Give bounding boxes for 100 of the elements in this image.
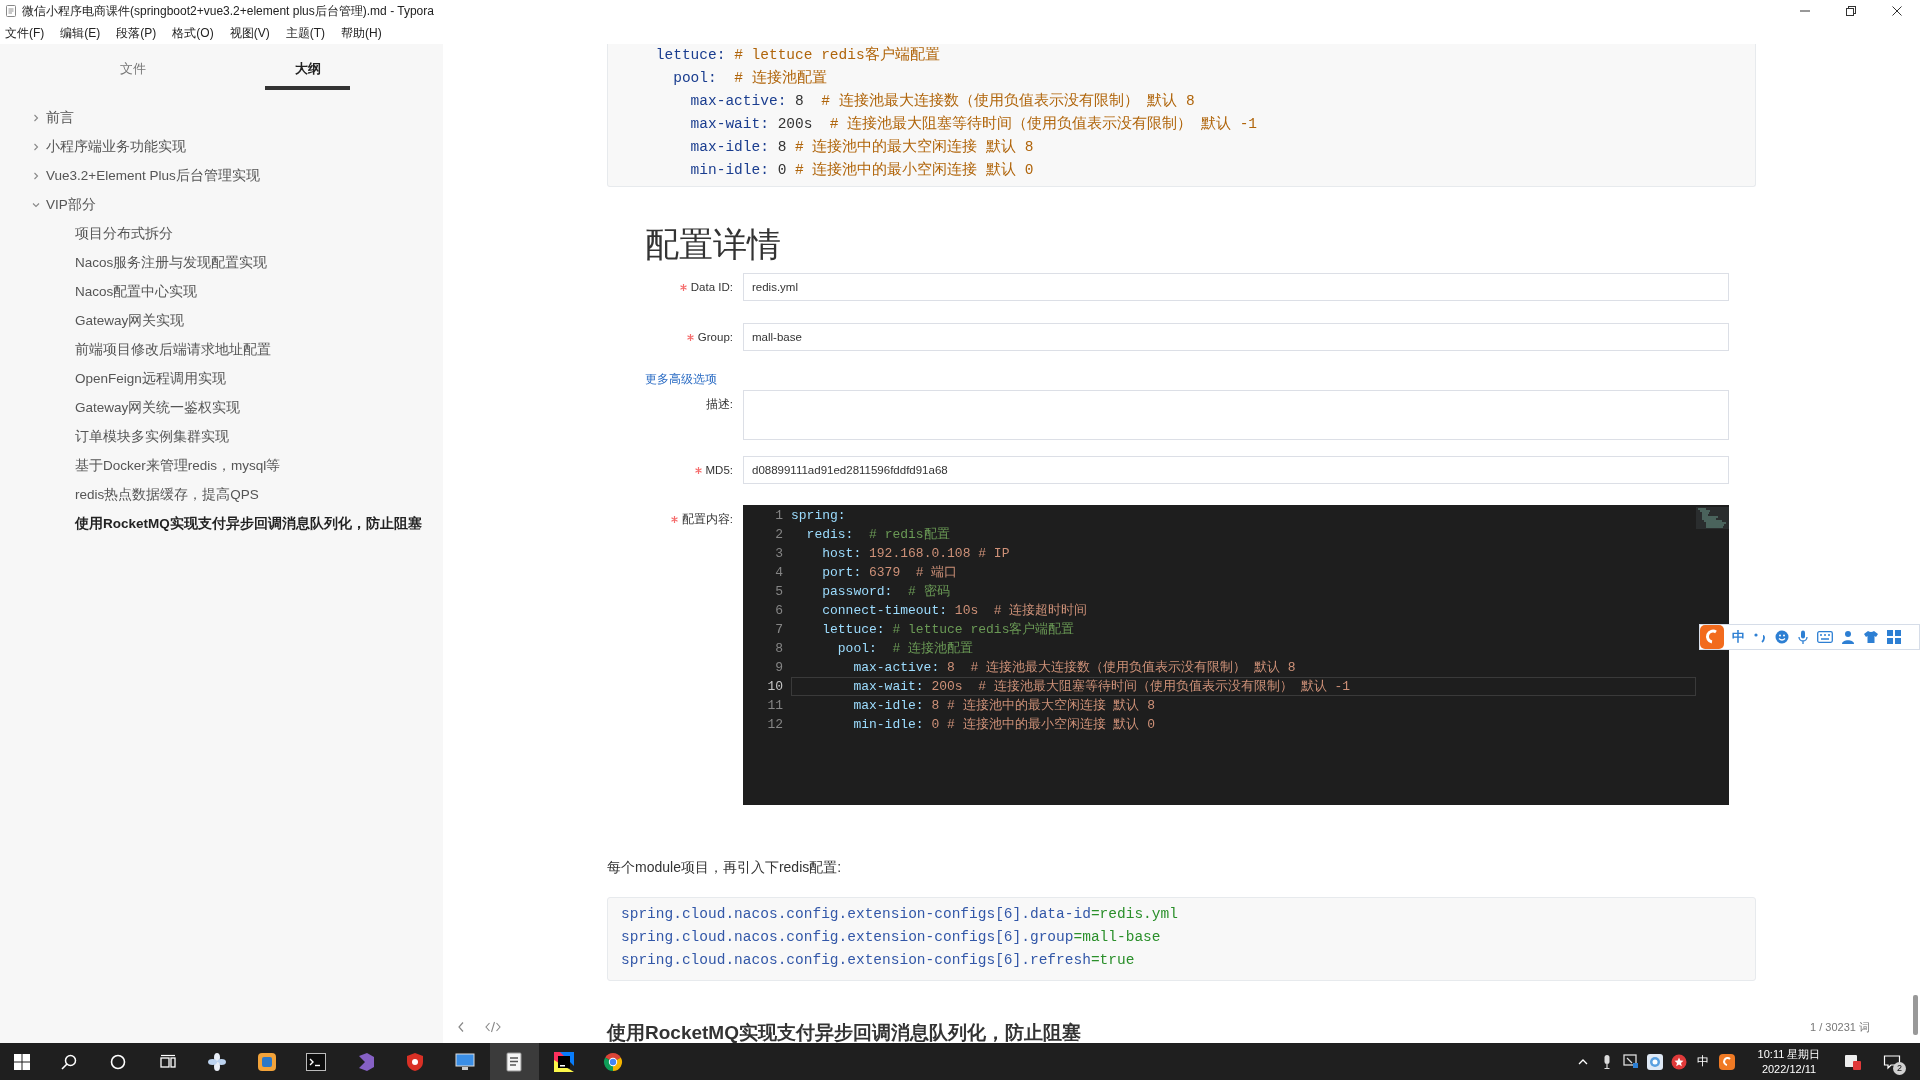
- sidebar-tab[interactable]: 文件: [90, 50, 175, 90]
- menu-item[interactable]: 格式(O): [172, 24, 214, 42]
- outline-item[interactable]: redis热点数据缓存，提高QPS: [75, 480, 259, 509]
- outline-item[interactable]: 前言: [32, 103, 74, 132]
- word-count[interactable]: 1 / 30231 词: [1810, 1019, 1870, 1035]
- terminal-icon: [306, 1052, 327, 1071]
- code-line: max-idle: 8 # 连接池中的最大空闲连接 默认 8: [852, 697, 1156, 715]
- outline-item[interactable]: 基于Docker来管理redis，mysql等: [75, 451, 281, 480]
- restore-icon: [1846, 6, 1856, 16]
- input-mode-indicator[interactable]: 中: [1697, 1053, 1709, 1070]
- outline-item[interactable]: 使用RocketMQ实现支付异步回调消息队列化，防止阻塞: [75, 509, 422, 538]
- chevron-icon[interactable]: [32, 142, 40, 151]
- code-line: port: 6379 # 端口: [821, 564, 958, 582]
- code-line: max-wait: 200s # 连接池最大阻塞等待时间（使用负值表示没有限制） 默认 -1: [852, 678, 1351, 696]
- line-number: 3: [775, 545, 783, 563]
- chevron-icon[interactable]: [32, 171, 40, 180]
- paragraph: 每个module项目，再引入下redis配置:: [607, 858, 842, 877]
- code-line: max-active: 8 # 连接池最大连接数（使用负值表示没有限制） 默认 8: [852, 659, 1296, 677]
- code-line: max-idle: 8 # 连接池中的最大空闲连接 默认 8: [689, 137, 1034, 157]
- line-number: 1: [775, 507, 783, 525]
- chevron-icon[interactable]: [32, 200, 40, 209]
- code-editor[interactable]: [743, 505, 1729, 805]
- code-line: lettuce: # lettuce redis客户端配置: [654, 45, 940, 65]
- outline-item[interactable]: 订单模块多实例集群实现: [75, 422, 229, 451]
- star-badge-icon[interactable]: [1671, 1053, 1687, 1070]
- input-field[interactable]: d08899111ad91ed2811596fddfd91a68: [743, 456, 1729, 484]
- field-label: 描述:: [705, 396, 733, 412]
- notification-badge: 2: [1893, 1061, 1906, 1075]
- line-number: 4: [775, 564, 783, 582]
- grid-icon[interactable]: [1887, 630, 1901, 644]
- code-line: spring.cloud.nacos.config.extension-configs[6].refresh=true: [621, 951, 1135, 970]
- user-icon[interactable]: [1841, 630, 1855, 644]
- notification-icon[interactable]: [1883, 1053, 1901, 1070]
- outline-item[interactable]: Nacos配置中心实现: [75, 277, 198, 306]
- emoji-icon[interactable]: [1775, 630, 1789, 644]
- chevron-icon[interactable]: [32, 113, 40, 122]
- browser-icon: [603, 1051, 624, 1072]
- field-label: Group:: [697, 331, 733, 343]
- page-title: 配置详情: [645, 224, 781, 265]
- code-line: max-wait: 200s # 连接池最大阻塞等待时间（使用负值表示没有限制） 默认 -1: [689, 114, 1258, 134]
- code-line: password: # 密码: [821, 583, 950, 601]
- pinwheel-icon: [207, 1051, 228, 1072]
- windows-logo-icon: [14, 1053, 30, 1070]
- code-line: spring.cloud.nacos.config.extension-configs[6].data-id=redis.yml: [621, 905, 1178, 924]
- outline-item[interactable]: Nacos服务注册与发现配置实现: [75, 248, 268, 277]
- outline-item[interactable]: Vue3.2+Element Plus后台管理实现: [32, 161, 260, 190]
- scrollbar-thumb[interactable]: [1913, 995, 1918, 1035]
- document-icon: [6, 5, 16, 17]
- input-field[interactable]: redis.yml: [743, 273, 1729, 301]
- microphone-icon[interactable]: [1601, 1053, 1613, 1070]
- document-icon: [506, 1051, 523, 1072]
- menu-item[interactable]: 编辑(E): [60, 24, 101, 42]
- close-icon: [1892, 6, 1902, 16]
- search-icon: [60, 1053, 77, 1070]
- app-badge-icon[interactable]: [1845, 1053, 1861, 1070]
- field-label: 配置内容:: [681, 511, 733, 527]
- line-number: 5: [775, 583, 783, 601]
- outline-item[interactable]: Gateway网关统一鉴权实现: [75, 393, 241, 422]
- app-circle-icon[interactable]: [1647, 1053, 1663, 1070]
- clock-date[interactable]: 2022/12/11: [1761, 1061, 1817, 1077]
- logo-icon[interactable]: [1719, 1053, 1735, 1070]
- menu-item[interactable]: 帮助(H): [341, 24, 382, 42]
- outline-item[interactable]: Gateway网关实现: [75, 306, 185, 335]
- code-icon: [485, 1021, 501, 1033]
- input-field[interactable]: mall-base: [743, 323, 1729, 351]
- line-number: 11: [767, 697, 783, 715]
- outline-item[interactable]: 小程序端业务功能实现: [32, 132, 186, 161]
- input-mode-toggle[interactable]: 中: [1732, 628, 1745, 646]
- menu-item[interactable]: 段落(P): [116, 24, 157, 42]
- outline-item[interactable]: VIP部分: [32, 190, 96, 219]
- taskbar-app-button[interactable]: [489, 1043, 539, 1080]
- clock-time[interactable]: 10:11 星期日: [1757, 1046, 1821, 1062]
- minimap-drawing: [1696, 507, 1729, 529]
- code-line: min-idle: 0 # 连接池中的最小空闲连接 默认 0: [689, 160, 1034, 180]
- line-number: 7: [775, 621, 783, 639]
- menu-item[interactable]: 文件(F): [5, 24, 45, 42]
- textarea-field[interactable]: [743, 390, 1729, 440]
- monitor-icon[interactable]: [1623, 1054, 1639, 1069]
- line-number: 10: [767, 678, 783, 696]
- code-line: pool: # 连接池配置: [672, 68, 827, 88]
- shield-icon: [406, 1051, 425, 1072]
- code-line: min-idle: 0 # 连接池中的最小空闲连接 默认 0: [852, 716, 1156, 734]
- menu-item[interactable]: 主题(T): [285, 24, 325, 42]
- sidebar-tab[interactable]: 大纲: [265, 50, 350, 90]
- advanced-options-link[interactable]: 更多高级选项: [645, 371, 717, 387]
- line-number: 9: [775, 659, 783, 677]
- tile-icon: [256, 1051, 277, 1072]
- menu-item[interactable]: 视图(V): [229, 24, 270, 42]
- field-label: Data ID:: [690, 281, 733, 293]
- code-line: pool: # 连接池配置: [836, 640, 974, 658]
- outline-item[interactable]: 前端项目修改后端请求地址配置: [75, 335, 271, 364]
- outline-item[interactable]: 项目分布式拆分: [75, 219, 173, 248]
- code-line: max-active: 8 # 连接池最大连接数（使用负值表示没有限制） 默认 8: [689, 91, 1195, 111]
- ide-icon: [553, 1051, 574, 1072]
- window-title: 微信小程序电商课件(springboot2+vue3.2+element plus后台管理).md - Typora: [22, 2, 434, 20]
- outline-item[interactable]: OpenFeign远程调用实现: [75, 364, 226, 393]
- chevron-left-icon: [457, 1021, 465, 1033]
- keyboard-icon[interactable]: [1817, 631, 1833, 643]
- code-line: connect-timeout: 10s # 连接超时时间: [821, 602, 1088, 620]
- shirt-icon[interactable]: [1863, 630, 1879, 644]
